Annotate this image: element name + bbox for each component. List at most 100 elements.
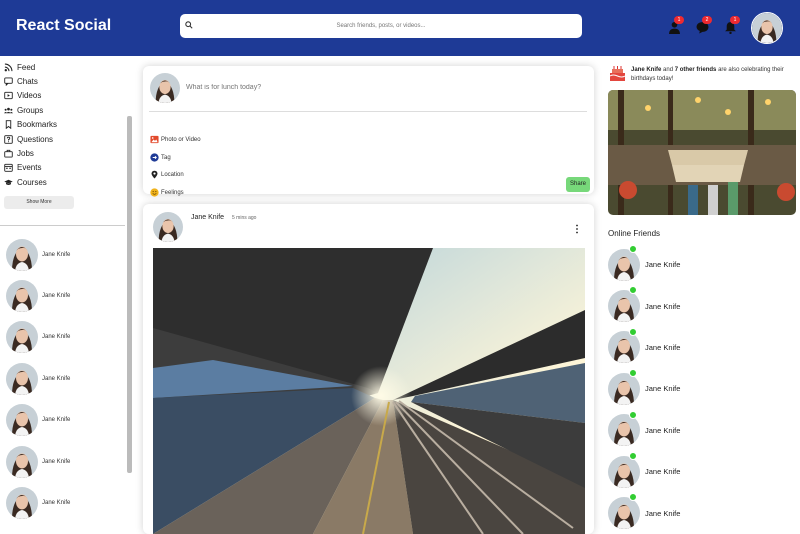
friend-avatar: [6, 239, 38, 271]
friend-list-item[interactable]: Jane Knife: [6, 482, 70, 520]
rss-icon: [4, 63, 13, 72]
friend-list-item[interactable]: Jane Knife: [6, 234, 70, 275]
online-friend-name: Jane Knife: [645, 508, 681, 518]
online-friend-item[interactable]: Jane Knife: [608, 451, 680, 492]
bookmark-icon: [5, 120, 12, 130]
groups-icon: [4, 107, 13, 114]
messages-badge: 2: [702, 16, 712, 24]
share-input[interactable]: [186, 84, 566, 91]
online-friend-avatar: [608, 249, 640, 281]
sidebar-item-events[interactable]: Events: [4, 161, 57, 175]
smile-icon: [150, 188, 159, 197]
search-input[interactable]: Search friends, posts, or videos...: [336, 23, 425, 29]
friend-requests-button[interactable]: 1: [668, 16, 686, 36]
search-icon: [185, 21, 193, 29]
online-friend-name: Jane Knife: [645, 425, 681, 435]
sidebar-item-label: Events: [17, 163, 42, 173]
birthday-party-image[interactable]: [608, 90, 796, 215]
graduation-cap-icon: [4, 179, 13, 185]
online-friend-avatar: [608, 290, 640, 322]
feed: Photo or Video Tag Location Feelings Sha…: [133, 56, 603, 534]
online-friends-title: Online Friends: [608, 229, 661, 238]
video-icon: [4, 92, 13, 100]
show-more-button[interactable]: Show More: [4, 196, 74, 209]
calendar-icon: [4, 164, 13, 173]
online-friend-item[interactable]: Jane Knife: [608, 327, 680, 368]
search-bar[interactable]: Search friends, posts, or videos...: [180, 14, 582, 38]
online-status-dot: [629, 286, 637, 295]
birthday-and: and: [663, 67, 674, 73]
share-box: Photo or Video Tag Location Feelings Sha…: [143, 66, 594, 197]
friend-name: Jane Knife: [42, 458, 71, 465]
birthday-name[interactable]: Jane Knife: [631, 67, 661, 73]
friend-list-item[interactable]: Jane Knife: [6, 317, 70, 358]
birthday-others[interactable]: 7 other friends: [675, 67, 717, 73]
sidebar-item-chats[interactable]: Chats: [4, 74, 57, 88]
app-logo[interactable]: React Social: [16, 17, 111, 35]
online-friend-name: Jane Knife: [645, 301, 681, 311]
sidebar-item-feed[interactable]: Feed: [4, 60, 57, 74]
online-status-dot: [629, 245, 637, 253]
friend-avatar: [6, 404, 38, 436]
online-friend-item[interactable]: Jane Knife: [608, 285, 680, 326]
friend-avatar: [6, 363, 38, 395]
sidebar-item-label: Questions: [17, 134, 54, 144]
share-option-label: Photo or Video: [161, 136, 201, 143]
share-option-label: Tag: [161, 154, 171, 161]
share-option-feelings[interactable]: Feelings: [150, 188, 184, 197]
online-friend-avatar: [608, 497, 640, 529]
online-status-dot: [629, 451, 637, 460]
friend-list: Jane Knife Jane Knife Jane Knife Jane Kn…: [6, 234, 70, 520]
notifications-button[interactable]: 1: [724, 16, 742, 36]
messages-button[interactable]: 2: [696, 16, 714, 36]
online-friend-avatar: [608, 414, 640, 446]
friend-name: Jane Knife: [42, 251, 71, 258]
friend-avatar: [6, 446, 38, 478]
notifications-badge: 1: [730, 16, 740, 24]
share-option-photo[interactable]: Photo or Video: [150, 135, 201, 144]
online-friend-name: Jane Knife: [645, 467, 681, 477]
online-friend-name: Jane Knife: [645, 384, 681, 394]
online-friend-avatar: [608, 456, 640, 488]
question-icon: [4, 134, 13, 144]
right-sidebar: Jane Knife and 7 other friends are also …: [603, 56, 800, 520]
post-timestamp: 5 mins ago: [232, 215, 257, 221]
friend-requests-badge: 1: [674, 16, 684, 24]
sidebar-item-groups[interactable]: Groups: [4, 103, 57, 117]
profile-avatar[interactable]: [751, 12, 783, 44]
post-image[interactable]: [153, 248, 585, 534]
sidebar-item-courses[interactable]: Courses: [4, 175, 57, 189]
online-friend-item[interactable]: Jane Knife: [608, 492, 680, 533]
friend-list-item[interactable]: Jane Knife: [6, 441, 70, 482]
online-friend-name: Jane Knife: [645, 342, 681, 352]
post-avatar[interactable]: [153, 212, 183, 242]
post-username[interactable]: Jane Knife: [191, 214, 224, 221]
online-friend-item[interactable]: Jane Knife: [608, 244, 680, 285]
share-avatar: [150, 73, 180, 103]
more-vert-icon[interactable]: [575, 224, 579, 234]
sidebar-item-label: Courses: [17, 177, 47, 187]
friend-name: Jane Knife: [42, 417, 71, 424]
sidebar-item-bookmarks[interactable]: Bookmarks: [4, 118, 57, 132]
online-friend-item[interactable]: Jane Knife: [608, 410, 680, 451]
sidebar-item-jobs[interactable]: Jobs: [4, 146, 57, 160]
friend-list-item[interactable]: Jane Knife: [6, 358, 70, 399]
sidebar-item-label: Jobs: [17, 149, 34, 159]
friend-name: Jane Knife: [42, 375, 71, 382]
chat-icon: [4, 77, 13, 87]
share-option-tag[interactable]: Tag: [150, 153, 171, 162]
share-option-location[interactable]: Location: [150, 170, 184, 179]
friend-list-item[interactable]: Jane Knife: [6, 400, 70, 441]
friend-list-item[interactable]: Jane Knife: [6, 275, 70, 316]
sidebar-item-questions[interactable]: Questions: [4, 132, 57, 146]
sidebar-scrollbar[interactable]: [127, 116, 132, 473]
online-status-dot: [629, 369, 637, 378]
online-friend-avatar: [608, 331, 640, 363]
friend-avatar: [6, 280, 38, 312]
friend-avatar: [6, 487, 38, 519]
online-friends-list: Jane Knife Jane Knife Jane Knife Jane Kn…: [608, 244, 680, 534]
location-icon: [151, 170, 158, 179]
online-friend-item[interactable]: Jane Knife: [608, 368, 680, 409]
share-button[interactable]: Share: [566, 177, 590, 192]
sidebar-item-videos[interactable]: Videos: [4, 89, 57, 103]
